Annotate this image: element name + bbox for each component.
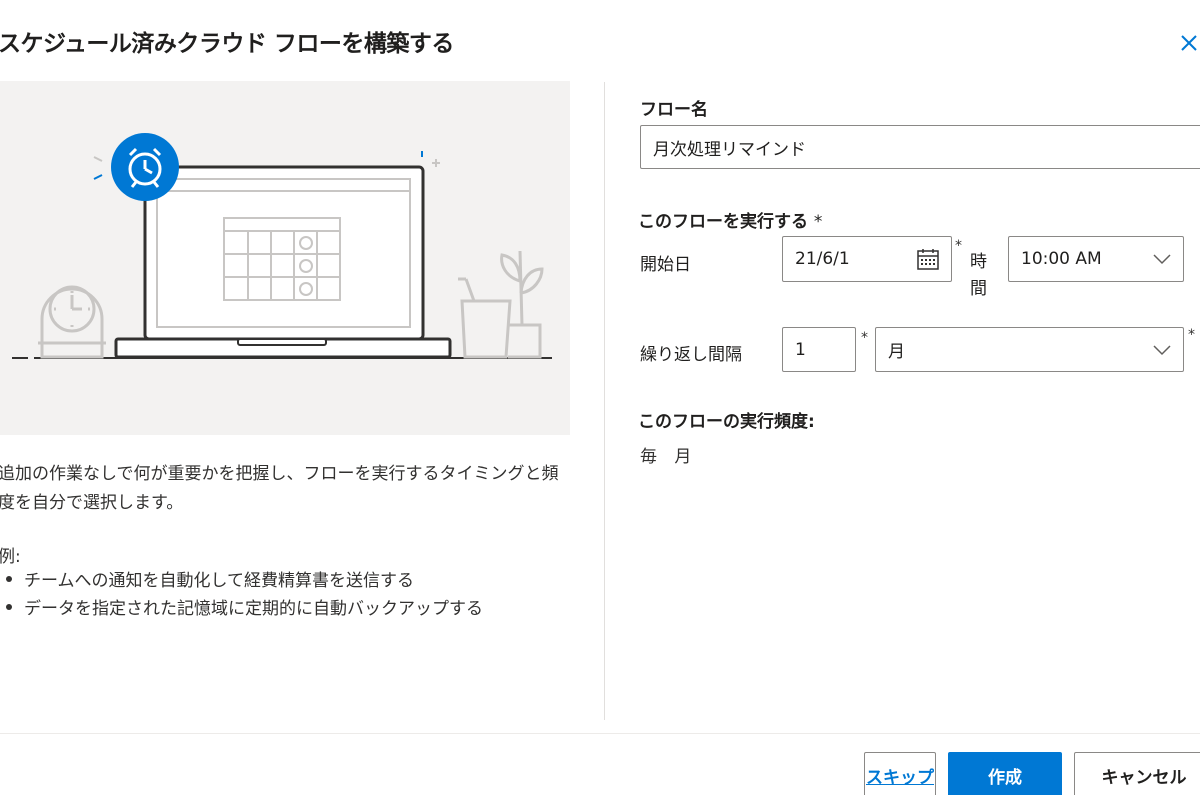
chevron-down-icon [1153,344,1171,355]
skip-button[interactable]: スキップ [864,752,936,795]
calendar-icon[interactable] [917,248,939,270]
example-label: 例: [0,547,21,567]
flow-name-label: フロー名 [640,100,708,120]
start-date-input[interactable]: 21/6/1 [782,236,952,282]
interval-label: 繰り返し間隔 [640,345,742,365]
start-date-label: 開始日 [640,255,691,275]
time-dropdown[interactable]: 10:00 AM [1008,236,1184,282]
illustration-panel [0,81,570,435]
vertical-divider [604,82,605,720]
dialog-title: スケジュール済みクラウド フローを構築する [0,31,454,57]
bullet-icon [6,576,12,582]
desk-clock [38,285,106,359]
frequency-value: 毎 月 [640,447,698,467]
interval-unit-dropdown[interactable]: 月 [875,327,1184,372]
scheduled-flow-illustration [12,133,552,359]
required-mark: * [955,238,962,254]
list-item: データを指定された記憶域に定期的に自動バックアップする [6,595,483,623]
frequency-label: このフローの実行頻度: [638,412,815,432]
close-icon[interactable] [1176,30,1200,56]
required-mark: * [861,330,868,346]
list-item: チームへの通知を自動化して経費精算書を送信する [6,567,483,595]
example-list: チームへの通知を自動化して経費精算書を送信する データを指定された記憶域に定期的… [6,567,483,623]
required-mark: * [1188,327,1195,343]
alarm-clock-icon [111,133,179,201]
footer-divider [0,733,1200,734]
laptop [114,165,452,359]
description-text: 追加の作業なしで何が重要かを把握し、フローを実行するタイミングと頻度を自分で選択… [0,464,559,513]
run-section-label: このフローを実行する * [638,212,823,232]
cancel-button[interactable]: キャンセル [1074,752,1200,795]
plant [458,250,544,359]
create-button[interactable]: 作成 [948,752,1062,795]
chevron-down-icon [1153,254,1171,265]
bullet-icon [6,604,12,610]
flow-name-input[interactable]: 月次処理リマインド [640,125,1200,169]
time-label: 時間 [970,252,987,299]
interval-input[interactable]: 1 [782,327,856,372]
